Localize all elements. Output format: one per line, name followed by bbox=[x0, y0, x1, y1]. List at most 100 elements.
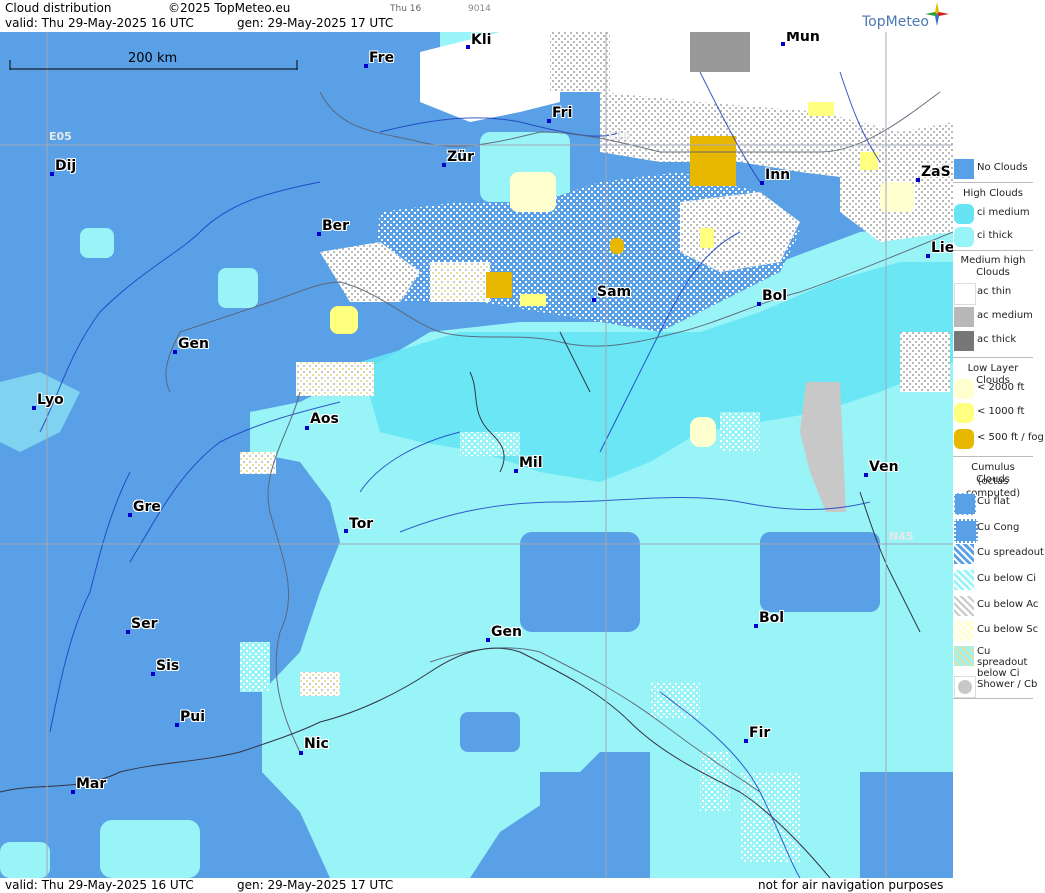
legend-shower: Shower / Cb bbox=[953, 675, 1037, 698]
city-label: Nic bbox=[304, 736, 329, 752]
footer-disclaimer: not for air navigation purposes bbox=[758, 878, 944, 892]
city-label: Lie bbox=[931, 240, 953, 256]
city-marker bbox=[754, 624, 758, 628]
city-marker bbox=[126, 630, 130, 634]
footer-valid-time: valid: Thu 29-May-2025 16 UTC bbox=[5, 878, 194, 892]
map-title: Cloud distribution bbox=[5, 1, 112, 15]
no-clouds-pocket-5 bbox=[860, 772, 953, 878]
city-marker bbox=[757, 302, 761, 306]
legend-ci-thick: ci thick bbox=[953, 226, 1033, 248]
city-label: Zür bbox=[447, 149, 475, 165]
city-marker bbox=[592, 298, 596, 302]
shower-dotted-east bbox=[900, 332, 950, 392]
city-marker bbox=[466, 45, 470, 49]
city-marker bbox=[151, 672, 155, 676]
legend-ac-thick: ac thick bbox=[953, 330, 1033, 352]
swatch-no-clouds bbox=[954, 159, 974, 179]
city-marker bbox=[32, 406, 36, 410]
cu-below-ci-4 bbox=[720, 412, 760, 452]
city-label: Fri bbox=[552, 105, 573, 121]
low-1000ft-gen bbox=[330, 306, 358, 334]
city-marker bbox=[864, 473, 868, 477]
legend-cu-spread-ci: Cu spreadout below Ci bbox=[953, 645, 1033, 679]
city-marker bbox=[926, 254, 930, 258]
legend-low-500: < 500 ft / fog bbox=[953, 428, 1044, 450]
city-label: Gre bbox=[133, 499, 161, 515]
grid-label-e10: E10 bbox=[608, 130, 631, 143]
city-label: Bol bbox=[762, 288, 788, 304]
city-marker bbox=[317, 232, 321, 236]
city-marker bbox=[175, 723, 179, 727]
scale-bar-label: 200 km bbox=[128, 51, 178, 66]
low-1000ft-north bbox=[808, 102, 834, 116]
legend-low-2000: < 2000 ft bbox=[953, 378, 1033, 400]
city-label: Ven bbox=[869, 459, 899, 475]
map-header: Cloud distribution ©2025 TopMeteo.eu val… bbox=[0, 0, 953, 32]
copyright: ©2025 TopMeteo.eu bbox=[168, 1, 291, 15]
legend-ci-medium: ci medium bbox=[953, 203, 1033, 225]
ci-patch-dij bbox=[80, 228, 114, 258]
footer-gen-time: gen: 29-May-2025 17 UTC bbox=[237, 878, 394, 892]
city-marker bbox=[547, 119, 551, 123]
no-clouds-pocket-1 bbox=[520, 532, 640, 632]
city-label: Sis bbox=[156, 658, 180, 674]
low-2000ft-south bbox=[690, 417, 716, 447]
map-footer: valid: Thu 29-May-2025 16 UTC gen: 29-Ma… bbox=[0, 878, 953, 893]
city-label: Kli bbox=[471, 32, 492, 48]
ac-medium-north bbox=[550, 32, 610, 92]
valid-time: valid: Thu 29-May-2025 16 UTC bbox=[5, 16, 194, 30]
cu-below-ci-1 bbox=[650, 682, 700, 718]
legend-low-1000: < 1000 ft bbox=[953, 402, 1033, 424]
cloud-map[interactable]: 200 km E05 E10 N45 Kli Mün Fre Fri Dij Z… bbox=[0, 32, 953, 878]
gen-time: gen: 29-May-2025 17 UTC bbox=[237, 16, 394, 30]
city-label: Fir bbox=[749, 725, 771, 741]
small-code-time: Thu 16 bbox=[390, 4, 422, 14]
cu-spread-patch-3 bbox=[300, 672, 340, 696]
city-label: Mil bbox=[519, 455, 543, 471]
legend-ac-thin: ac thin bbox=[953, 282, 1033, 305]
city-label: Bol bbox=[759, 610, 785, 626]
city-marker bbox=[305, 426, 309, 430]
legend-high-head: High Clouds bbox=[963, 188, 1023, 199]
legend-cu-cong: Cu Cong bbox=[953, 518, 1033, 543]
ac-thick-area bbox=[690, 32, 750, 72]
ci-patch-sw bbox=[0, 842, 50, 878]
city-label: Gen bbox=[178, 336, 209, 352]
ci-patch-gen bbox=[218, 268, 258, 308]
ci-patch-south bbox=[100, 820, 200, 878]
city-marker bbox=[744, 739, 748, 743]
city-label: Lyo bbox=[37, 392, 64, 408]
city-label: Ser bbox=[131, 616, 158, 632]
city-marker bbox=[128, 513, 132, 517]
compass-star-icon bbox=[925, 2, 949, 26]
cu-spread-patch-4 bbox=[430, 262, 490, 302]
city-label: Mar bbox=[76, 776, 107, 792]
low-1000ft-sam bbox=[520, 294, 546, 306]
city-label: Fre bbox=[369, 50, 395, 66]
cu-below-ci-5 bbox=[460, 432, 520, 456]
cu-below-ci-3 bbox=[740, 772, 800, 862]
legend-cu-flat: Cu flat bbox=[953, 492, 1033, 515]
cu-spread-patch-1 bbox=[296, 362, 374, 396]
low-500ft-fog-3 bbox=[610, 238, 624, 254]
grid-label-e05: E05 bbox=[49, 130, 72, 143]
legend-cu-below-ci: Cu below Ci bbox=[953, 569, 1036, 591]
cu-below-ci-6 bbox=[240, 642, 270, 692]
no-clouds-pocket-4 bbox=[540, 772, 600, 878]
cloud-map-canvas bbox=[0, 32, 953, 878]
cu-spread-patch-2 bbox=[240, 452, 276, 474]
topmeteo-logo-text[interactable]: TopMeteo bbox=[862, 14, 929, 30]
legend-cu-spread: Cu spreadout bbox=[953, 543, 1044, 565]
city-label: Sam bbox=[597, 284, 632, 300]
low-500ft-fog-1 bbox=[690, 136, 736, 186]
low-2000ft-zur bbox=[510, 172, 556, 212]
city-marker bbox=[173, 350, 177, 354]
city-marker bbox=[916, 178, 920, 182]
city-marker bbox=[344, 529, 348, 533]
legend-cu-below-sc: Cu below Sc bbox=[953, 620, 1038, 642]
city-marker bbox=[364, 64, 368, 68]
city-label: Aos bbox=[310, 411, 339, 427]
city-marker bbox=[442, 163, 446, 167]
city-label: Mün bbox=[786, 32, 820, 45]
city-marker bbox=[71, 790, 75, 794]
